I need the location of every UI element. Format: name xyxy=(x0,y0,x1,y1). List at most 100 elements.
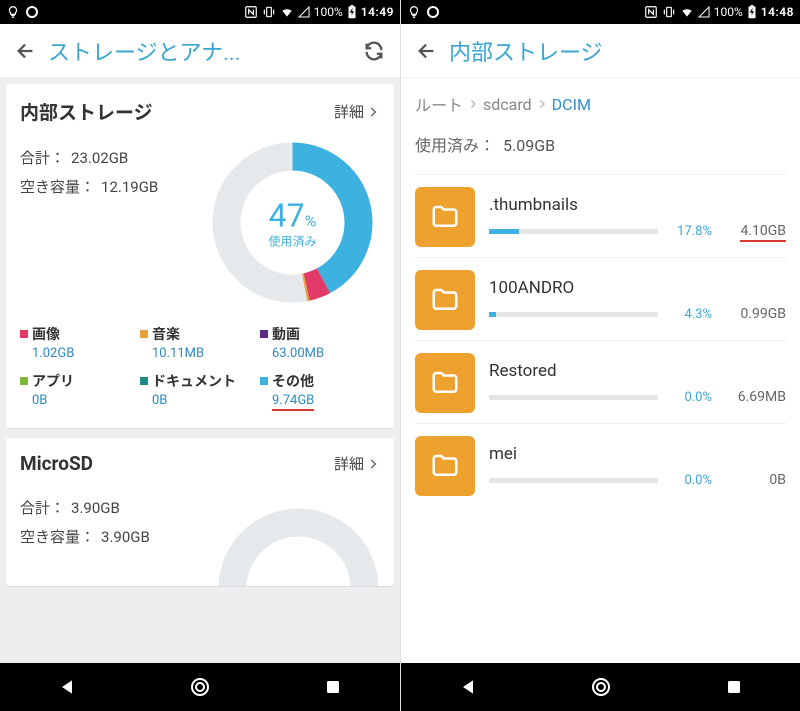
page-title: ストレージとアナ... xyxy=(48,35,356,67)
nav-back[interactable] xyxy=(49,669,85,705)
folder-size: 6.69MB xyxy=(722,389,786,405)
donut-label: 使用済み xyxy=(268,232,316,249)
microsd-donut-chart xyxy=(211,501,386,586)
chevron-right-icon xyxy=(366,105,380,119)
legend-value: 10.11MB xyxy=(152,346,260,361)
legend-name: ドキュメント xyxy=(140,371,260,391)
chevron-right-icon xyxy=(536,98,548,110)
folder-name: 100ANDRO xyxy=(489,278,786,298)
usage-bar xyxy=(489,478,658,483)
legend-swatch xyxy=(20,330,28,338)
usage-percent: 0.0% xyxy=(668,473,712,488)
legend-swatch xyxy=(260,377,268,385)
legend-value: 0B xyxy=(32,393,140,408)
screen-body: 内部ストレージ 詳細 合計：23.02GB 空き容量：12.19GB xyxy=(0,78,400,663)
legend-item[interactable]: その他 9.74GB xyxy=(260,371,380,408)
back-button[interactable] xyxy=(409,33,445,69)
back-button[interactable] xyxy=(8,33,44,69)
card-title: 内部ストレージ xyxy=(20,98,334,125)
folder-name: Restored xyxy=(489,361,786,381)
circle-icon xyxy=(26,6,38,18)
usage-bar xyxy=(489,229,658,234)
signal-icon xyxy=(698,6,710,18)
battery-icon xyxy=(347,5,357,19)
screen-internal-storage: 100% 14:48 内部ストレージ ルート sdcard DCIM 使用済み：… xyxy=(400,0,800,711)
vibrate-icon xyxy=(262,5,276,19)
folder-size: 0.99GB xyxy=(722,306,786,322)
folder-icon xyxy=(415,436,475,496)
legend-value: 1.02GB xyxy=(32,346,140,361)
legend-item[interactable]: 音楽 10.11MB xyxy=(140,324,260,361)
circle-icon xyxy=(427,6,439,18)
legend-name: 画像 xyxy=(20,324,140,344)
status-time: 14:48 xyxy=(761,5,794,19)
status-bar: 100% 14:48 xyxy=(401,0,800,24)
legend-swatch xyxy=(140,330,148,338)
usage-bar xyxy=(489,395,658,400)
nav-back[interactable] xyxy=(450,669,486,705)
legend-item[interactable]: ドキュメント0B xyxy=(140,371,260,408)
battery-icon xyxy=(747,5,757,19)
microsd-card[interactable]: MicroSD 詳細 合計：3.90GB 空き容量：3.90GB xyxy=(6,438,394,586)
crumb-current[interactable]: DCIM xyxy=(552,95,591,114)
legend-swatch xyxy=(260,330,268,338)
crumb-sdcard[interactable]: sdcard xyxy=(483,95,532,114)
bulb-icon xyxy=(407,5,421,19)
legend-swatch xyxy=(140,377,148,385)
folder-size: 0B xyxy=(722,472,786,488)
detail-link[interactable]: 詳細 xyxy=(334,453,380,474)
folder-row[interactable]: 100ANDRO4.3%0.99GB xyxy=(415,257,786,340)
refresh-button[interactable] xyxy=(356,33,392,69)
internal-storage-card[interactable]: 内部ストレージ 詳細 合計：23.02GB 空き容量：12.19GB xyxy=(6,84,394,428)
storage-donut-chart: 47% 使用済み xyxy=(205,135,380,310)
breadcrumb: ルート sdcard DCIM xyxy=(415,92,786,116)
vibrate-icon xyxy=(662,5,676,19)
legend-item[interactable]: 画像 1.02GB xyxy=(20,324,140,361)
battery-percent: 100% xyxy=(714,5,743,19)
legend-item[interactable]: 動画63.00MB xyxy=(260,324,380,361)
chevron-right-icon xyxy=(366,457,380,471)
legend-value: 63.00MB xyxy=(272,346,380,361)
status-bar: 100% 14:49 xyxy=(0,0,400,24)
signal-icon xyxy=(298,6,310,18)
screen-body: ルート sdcard DCIM 使用済み：5.09GB .thumbnails1… xyxy=(401,78,800,663)
nav-home[interactable] xyxy=(182,669,218,705)
legend-name: アプリ xyxy=(20,371,140,391)
crumb-root[interactable]: ルート xyxy=(415,92,463,116)
used-summary: 使用済み：5.09GB xyxy=(415,132,786,156)
nav-bar xyxy=(0,663,400,711)
legend-name: 音楽 xyxy=(140,324,260,344)
total-row: 合計：23.02GB xyxy=(20,147,205,168)
legend-name: その他 xyxy=(260,371,380,391)
nav-bar xyxy=(401,663,800,711)
battery-percent: 100% xyxy=(314,5,343,19)
folder-row[interactable]: mei 0.0% 0B xyxy=(415,423,786,506)
folder-icon xyxy=(415,353,475,413)
legend-value: 9.74GB xyxy=(272,393,380,408)
folder-row[interactable]: .thumbnails17.8%4.10GB xyxy=(415,174,786,257)
folder-name: mei xyxy=(489,444,786,464)
nfc-icon xyxy=(644,5,658,19)
free-row: 空き容量：12.19GB xyxy=(20,176,205,197)
folder-icon xyxy=(415,270,475,330)
folder-icon xyxy=(415,187,475,247)
nav-recent[interactable] xyxy=(315,669,351,705)
card-title: MicroSD xyxy=(20,452,334,475)
folder-size: 4.10GB xyxy=(722,223,786,239)
nav-home[interactable] xyxy=(583,669,619,705)
nav-recent[interactable] xyxy=(716,669,752,705)
donut-percent: 47 xyxy=(269,196,305,234)
wifi-icon xyxy=(280,5,294,19)
status-time: 14:49 xyxy=(361,5,394,19)
detail-link[interactable]: 詳細 xyxy=(334,101,380,122)
bulb-icon xyxy=(6,5,20,19)
app-bar: ストレージとアナ... xyxy=(0,24,400,78)
folder-list: .thumbnails17.8%4.10GB100ANDRO4.3%0.99GB… xyxy=(415,174,786,506)
legend-item[interactable]: アプリ 0B xyxy=(20,371,140,408)
screen-storage-analyzer: 100% 14:49 ストレージとアナ... 内部ストレージ 詳細 合計：2 xyxy=(0,0,400,711)
folder-name: .thumbnails xyxy=(489,195,786,215)
folder-row[interactable]: Restored0.0%6.69MB xyxy=(415,340,786,423)
legend-swatch xyxy=(20,377,28,385)
storage-legend: 画像 1.02GB音楽 10.11MB動画63.00MB アプリ 0Bドキュメント0Bそ… xyxy=(20,324,380,418)
usage-bar xyxy=(489,312,658,317)
